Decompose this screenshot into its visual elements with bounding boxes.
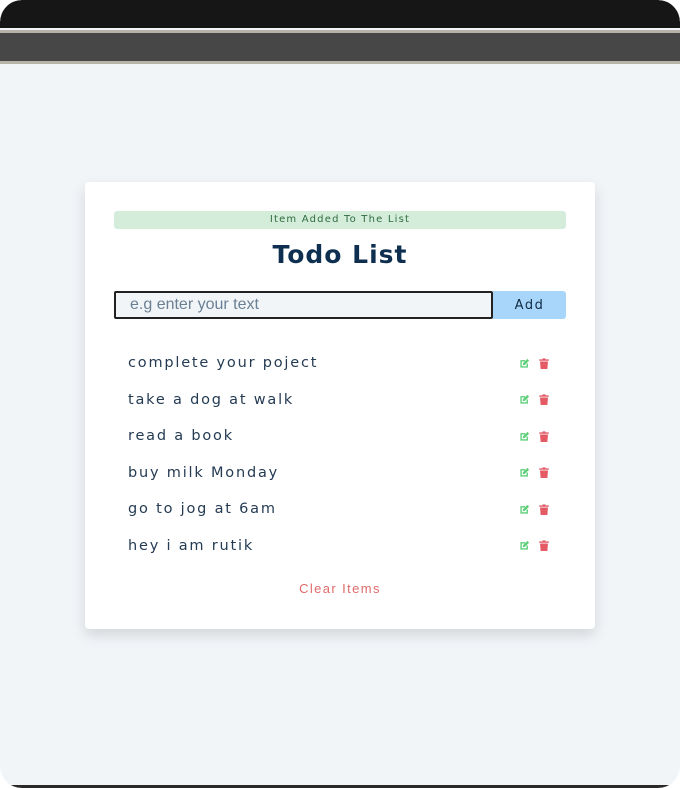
list-item: buy milk Monday bbox=[114, 455, 566, 492]
todo-form: Add bbox=[114, 291, 566, 319]
item-actions bbox=[519, 467, 549, 479]
item-actions bbox=[519, 431, 549, 442]
list-item: complete your poject bbox=[114, 345, 566, 382]
todo-input[interactable] bbox=[114, 291, 493, 319]
todo-item-text: hey i am rutik bbox=[128, 537, 255, 554]
browser-frame-top bbox=[0, 0, 680, 28]
todo-item-text: complete your poject bbox=[128, 355, 319, 372]
trash-icon[interactable] bbox=[538, 540, 549, 552]
trash-icon[interactable] bbox=[538, 467, 549, 479]
trash-icon[interactable] bbox=[538, 504, 549, 515]
list-item: take a dog at walk bbox=[114, 382, 566, 419]
browser-toolbar bbox=[0, 30, 680, 64]
todo-item-text: buy milk Monday bbox=[128, 464, 280, 481]
edit-icon[interactable] bbox=[519, 431, 530, 442]
edit-icon[interactable] bbox=[519, 540, 530, 551]
add-button[interactable]: Add bbox=[493, 291, 566, 319]
edit-icon[interactable] bbox=[519, 394, 530, 405]
page-title: Todo List bbox=[272, 240, 408, 269]
edit-icon[interactable] bbox=[519, 504, 530, 515]
todo-card: Item Added To The List Todo List Add com… bbox=[85, 182, 595, 629]
todo-item-text: take a dog at walk bbox=[128, 391, 295, 408]
trash-icon[interactable] bbox=[538, 358, 549, 369]
todo-item-text: go to jog at 6am bbox=[128, 501, 277, 518]
list-item: go to jog at 6am bbox=[114, 491, 566, 528]
todo-list: complete your poject take a dog at walk re… bbox=[114, 345, 566, 564]
item-actions bbox=[519, 394, 549, 406]
device-screen: Item Added To The List Todo List Add com… bbox=[0, 0, 680, 788]
edit-icon[interactable] bbox=[519, 467, 530, 478]
item-actions bbox=[519, 358, 549, 369]
edit-icon[interactable] bbox=[519, 358, 530, 369]
alert-banner: Item Added To The List bbox=[114, 211, 566, 229]
trash-icon[interactable] bbox=[538, 394, 549, 406]
list-item: read a book bbox=[114, 418, 566, 455]
todo-item-text: read a book bbox=[128, 428, 234, 445]
item-actions bbox=[519, 504, 549, 515]
trash-icon[interactable] bbox=[538, 431, 549, 442]
clear-items-button[interactable]: Clear Items bbox=[85, 580, 595, 597]
item-actions bbox=[519, 540, 549, 552]
list-item: hey i am rutik bbox=[114, 528, 566, 565]
